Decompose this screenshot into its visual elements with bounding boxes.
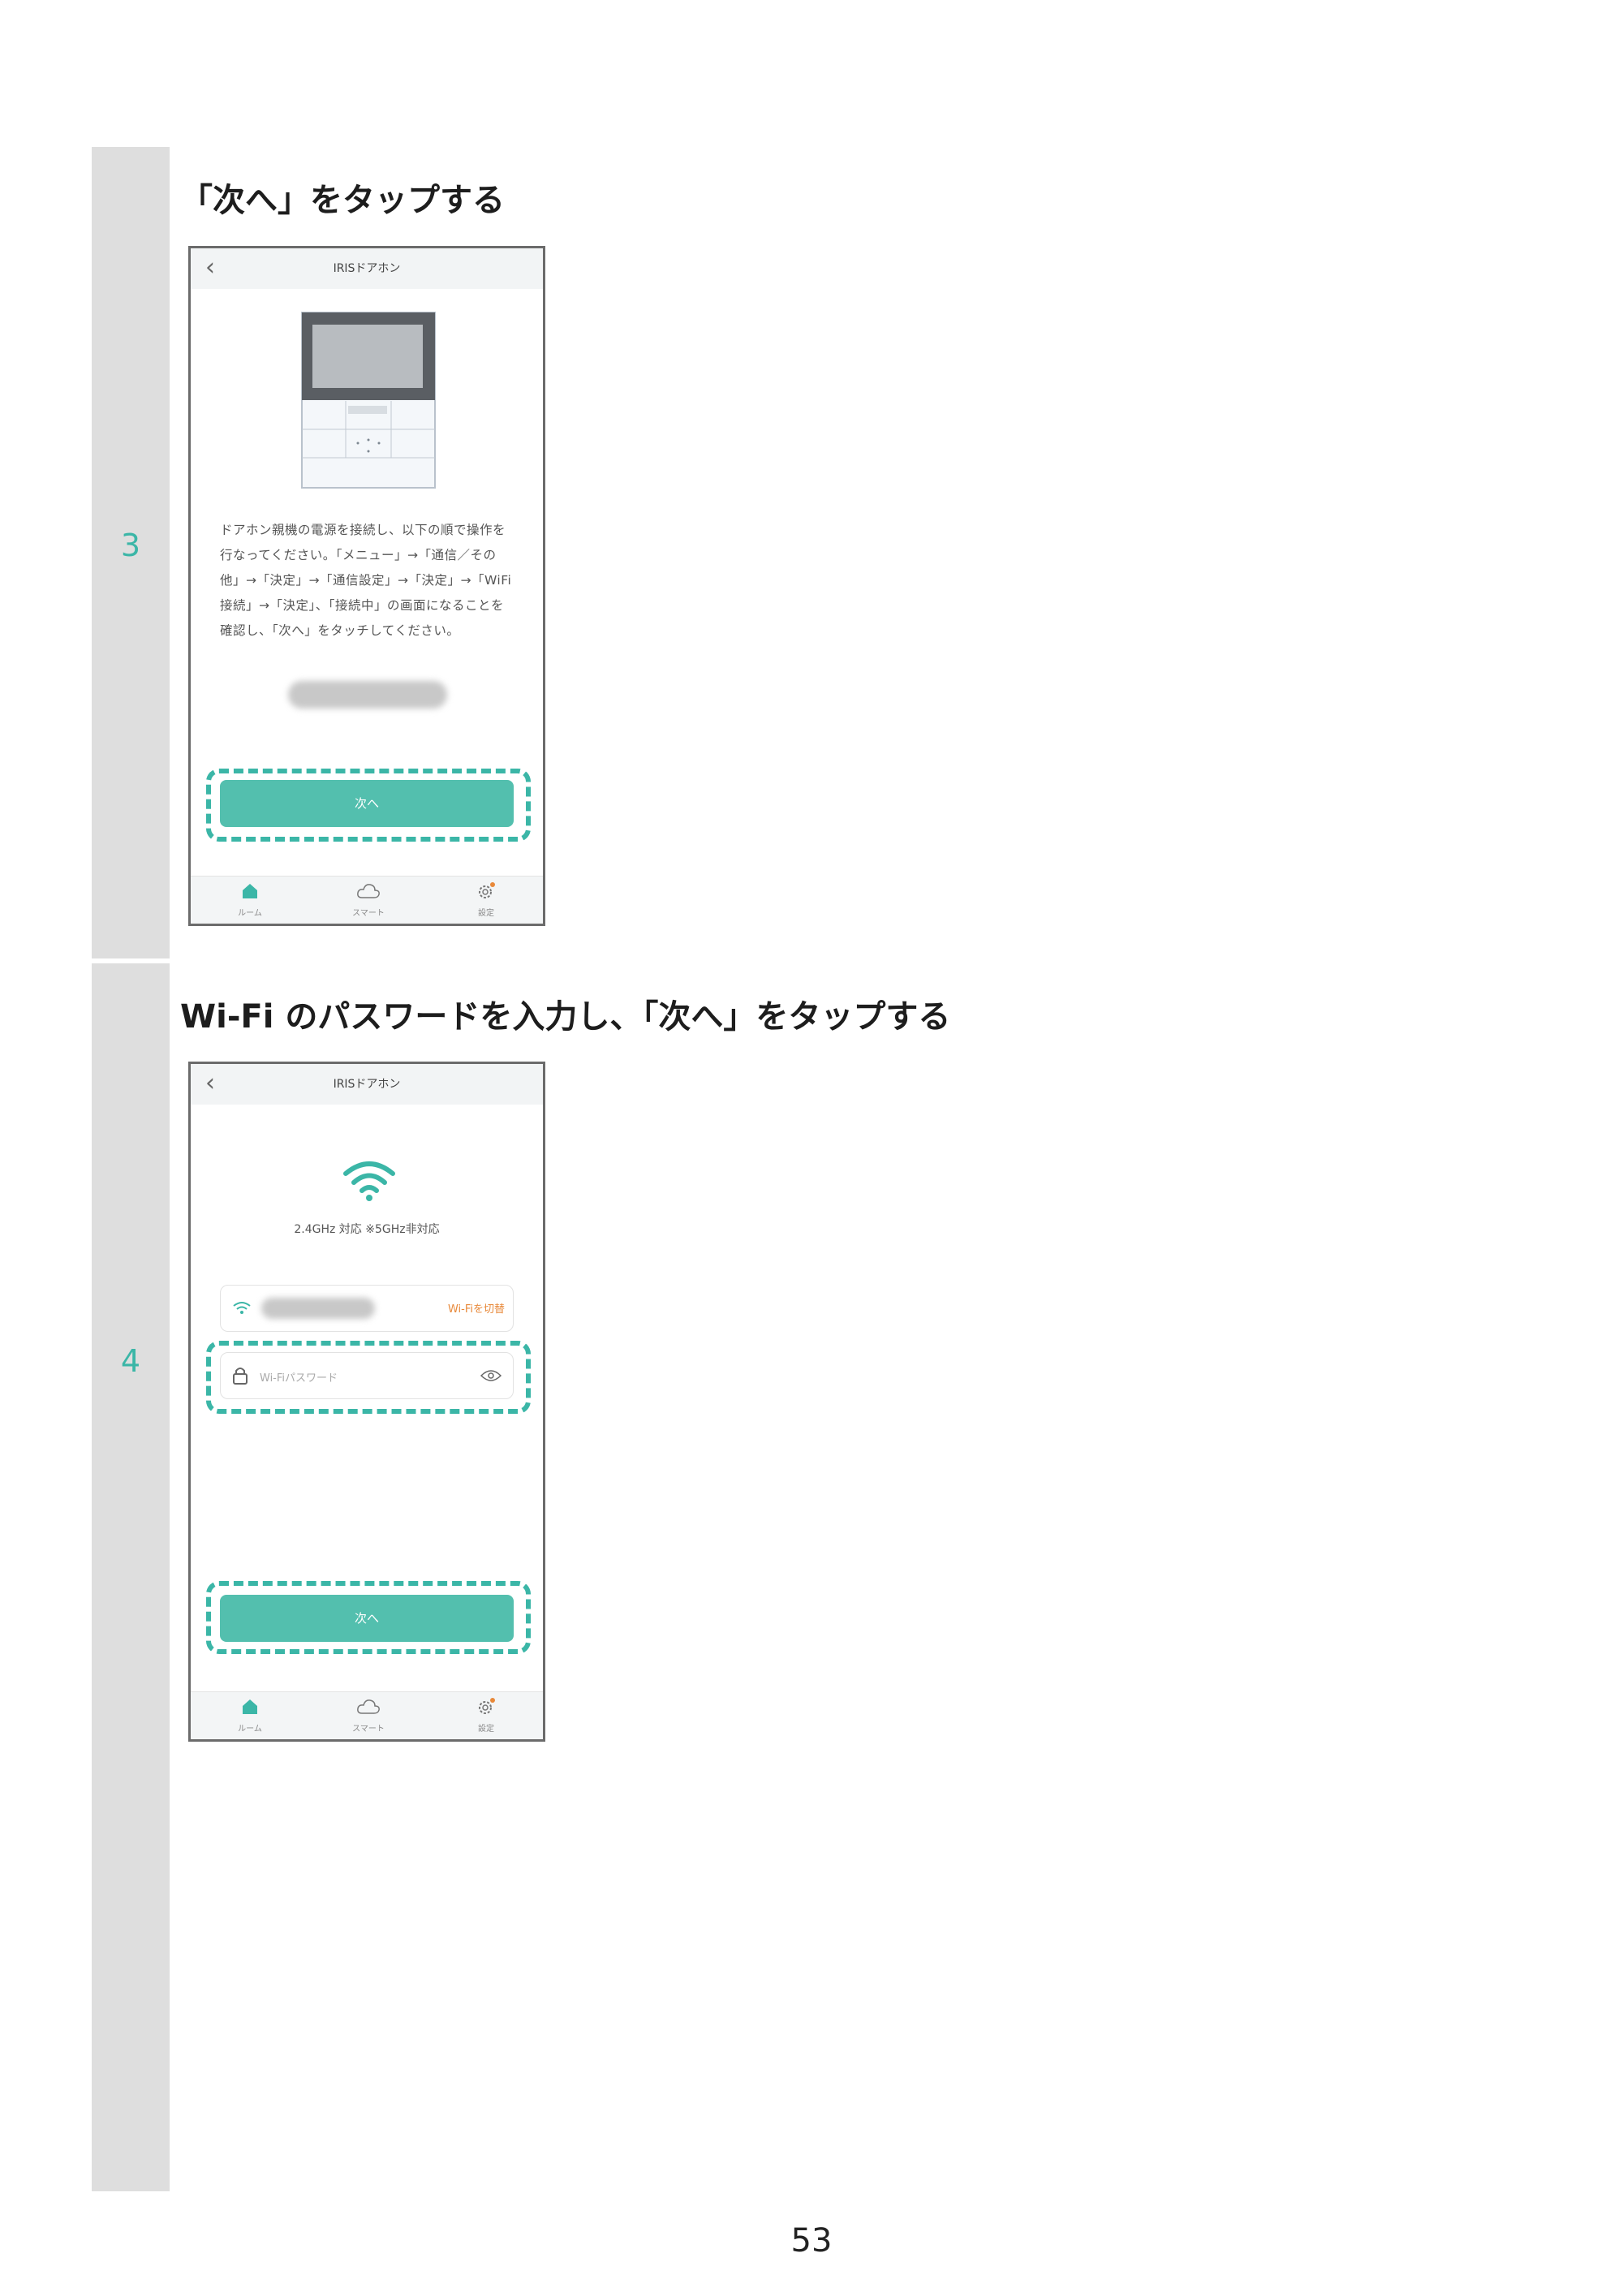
blurred-ssid	[261, 1298, 375, 1319]
app-header: ‹ IRISドアホン	[191, 1064, 543, 1105]
step-3-number: 3	[120, 528, 141, 563]
header-title: IRISドアホン	[333, 262, 401, 275]
tab-settings[interactable]: 設定	[454, 1697, 519, 1734]
cloud-icon	[357, 1699, 380, 1714]
wifi-icon	[343, 1161, 395, 1201]
bottom-tab-bar: ルーム スマート 設定	[191, 876, 543, 924]
tab-label: スマート	[352, 1725, 385, 1734]
tab-label: スマート	[352, 909, 385, 918]
band-note: 2.4GHz 対応 ※5GHz非対応	[294, 1223, 440, 1236]
next-button-highlight	[206, 1581, 531, 1654]
app-header: ‹ IRISドアホン	[191, 248, 543, 289]
tab-label: ルーム	[238, 1725, 262, 1734]
step-4-number: 4	[120, 1343, 141, 1379]
password-field-highlight	[206, 1341, 531, 1414]
gear-icon	[479, 882, 495, 898]
tab-smart[interactable]: スマート	[336, 881, 401, 918]
wifi-small-icon	[233, 1302, 251, 1314]
step-4-gutter	[92, 963, 170, 2191]
instruction-text: ドアホン親機の電源を接続し、以下の順で操作を行なってください。「メニュー」→「通…	[220, 523, 512, 638]
step-4-title: Wi-Fi のパスワードを入力し、「次へ」をタップする	[180, 998, 951, 1036]
wifi-network-field[interactable]: Wi-Fiを切替	[220, 1285, 514, 1332]
tab-room[interactable]: ルーム	[217, 1697, 282, 1734]
gear-icon	[479, 1698, 495, 1714]
header-title: IRISドアホン	[333, 1078, 401, 1091]
cloud-icon	[357, 884, 380, 898]
step-3-title: 「次へ」をタップする	[180, 182, 505, 219]
tab-label: 設定	[478, 1725, 494, 1734]
home-icon	[243, 884, 257, 898]
tab-label: 設定	[478, 909, 494, 918]
switch-wifi-link[interactable]: Wi-Fiを切替	[448, 1300, 505, 1316]
tab-label: ルーム	[238, 909, 262, 918]
next-button-highlight	[206, 769, 531, 842]
bottom-tab-bar: ルーム スマート 設定	[191, 1691, 543, 1739]
tab-smart[interactable]: スマート	[336, 1697, 401, 1734]
door-intercom-device-image	[301, 312, 436, 489]
blurred-status	[288, 681, 447, 709]
tab-settings[interactable]: 設定	[454, 881, 519, 918]
page-number: 53	[790, 2222, 833, 2259]
tab-room[interactable]: ルーム	[217, 881, 282, 918]
home-icon	[243, 1699, 257, 1714]
